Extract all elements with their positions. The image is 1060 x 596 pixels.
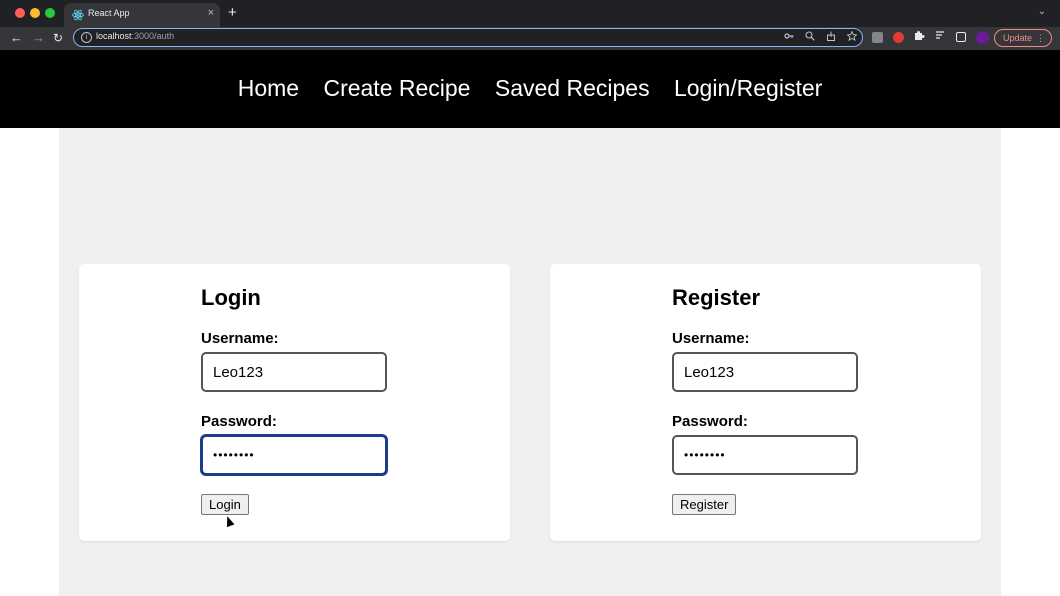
login-username-label: Username: (201, 330, 279, 347)
login-title: Login (201, 285, 261, 310)
register-card: Register Username: Password: •••••••• Re… (550, 264, 981, 541)
new-tab-button[interactable]: + (228, 3, 237, 23)
login-button[interactable]: Login (201, 494, 249, 515)
avatar[interactable] (976, 31, 989, 44)
close-tab-icon[interactable]: × (208, 7, 214, 19)
media-queue-icon[interactable] (935, 30, 946, 41)
browser-tab-bar: React App × + ⌄ (0, 0, 1060, 27)
auth-page: Login Username: Password: •••••••• Login… (59, 128, 1001, 596)
register-button[interactable]: Register (672, 494, 737, 515)
tab-search-icon[interactable]: ⌄ (1038, 6, 1046, 17)
react-icon (72, 9, 84, 21)
register-password-label: Password: (672, 413, 748, 430)
key-icon[interactable] (784, 31, 794, 41)
login-password-label: Password: (201, 413, 277, 430)
more-menu-icon[interactable]: ⋮ (1028, 30, 1045, 46)
star-icon[interactable] (847, 31, 857, 41)
browser-tab[interactable]: React App × (64, 3, 220, 27)
site-navbar: Home Create Recipe Saved Recipes Login/R… (0, 50, 1060, 128)
maximize-window-button[interactable] (45, 8, 55, 18)
login-username-input[interactable] (201, 352, 387, 392)
register-username-input[interactable] (672, 352, 858, 392)
puzzle-icon[interactable] (914, 30, 925, 41)
register-username-label: Username: (672, 330, 750, 347)
share-icon[interactable] (826, 31, 836, 41)
extension-red-icon[interactable] (893, 32, 904, 43)
close-window-button[interactable] (15, 8, 25, 18)
browser-toolbar: ← → ↻ i localhost:3000/auth Update ⋮ (0, 27, 1060, 50)
zoom-icon[interactable] (805, 31, 815, 41)
site-info-icon[interactable]: i (81, 32, 92, 43)
reload-button[interactable]: ↻ (53, 30, 63, 46)
update-button[interactable]: Update ⋮ (994, 29, 1052, 47)
url-path: :3000/auth (131, 31, 175, 41)
register-password-input[interactable]: •••••••• (672, 435, 858, 475)
minimize-window-button[interactable] (30, 8, 40, 18)
back-button[interactable]: ← (10, 30, 23, 46)
tab-title: React App (88, 8, 130, 18)
address-bar[interactable]: i localhost:3000/auth (73, 28, 863, 47)
nav-link-create-recipe[interactable]: Create Recipe (323, 75, 470, 101)
url-text[interactable]: localhost:3000/auth (96, 31, 174, 41)
login-password-input[interactable]: •••••••• (201, 435, 387, 475)
extension-icon[interactable] (872, 32, 883, 43)
register-title: Register (672, 285, 761, 310)
login-card: Login Username: Password: •••••••• Login (79, 264, 510, 541)
nav-link-saved-recipes[interactable]: Saved Recipes (495, 75, 650, 101)
side-panel-icon[interactable] (956, 32, 966, 42)
forward-button[interactable]: → (32, 30, 45, 46)
nav-link-home[interactable]: Home (238, 75, 299, 101)
nav-link-login-register[interactable]: Login/Register (674, 75, 822, 101)
url-host: localhost (96, 31, 132, 41)
